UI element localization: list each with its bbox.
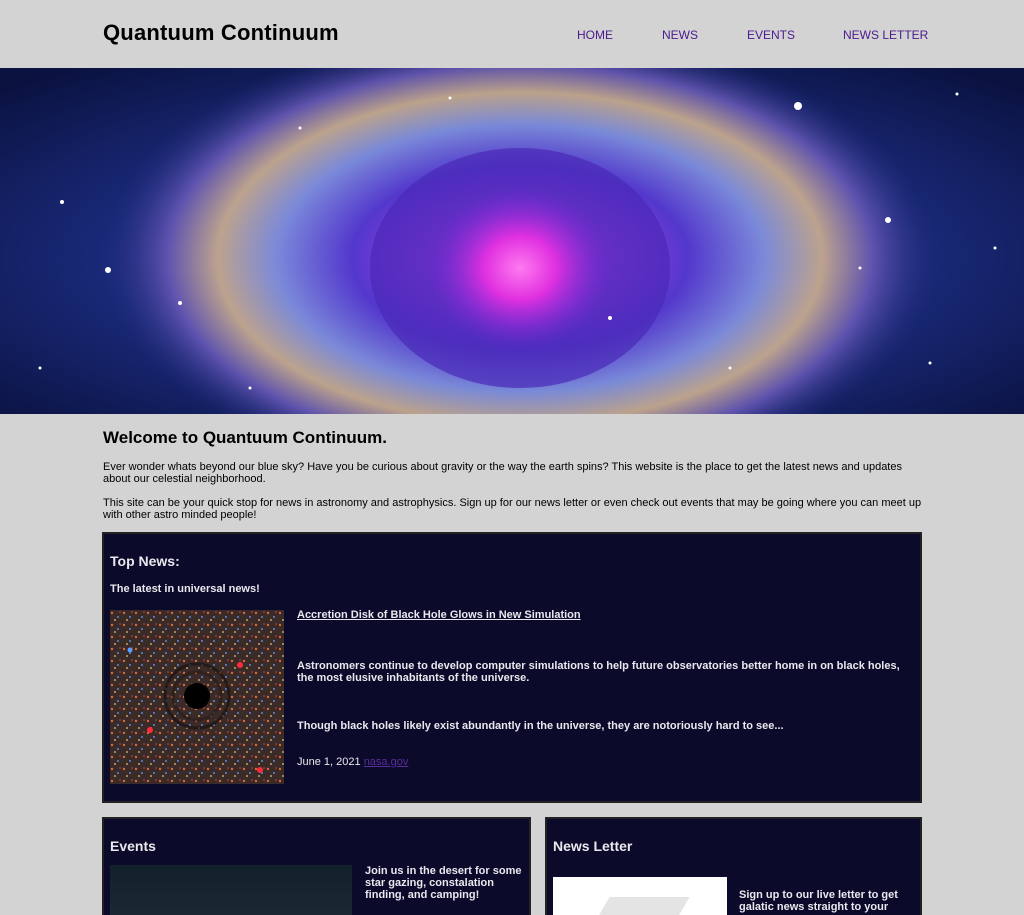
events-text: Join us in the desert for some star gazi… [365, 865, 522, 901]
black-hole-image [110, 610, 284, 784]
newsletter-section: News Letter Sign up to our live letter t… [545, 817, 922, 915]
article-summary-1: Astronomers continue to develop computer… [297, 660, 900, 684]
nav-news[interactable]: NEWS [662, 28, 698, 42]
events-heading: Events [110, 838, 156, 854]
events-section: Events Join us in the desert for some st… [102, 817, 531, 915]
top-news-subtitle: The latest in universal news! [110, 583, 260, 595]
source-link[interactable]: nasa.gov [364, 756, 409, 768]
newsletter-heading: News Letter [553, 838, 633, 854]
site-title[interactable]: Quantuum Continuum [103, 20, 339, 46]
black-hole-illustration [110, 610, 284, 784]
article-date: June 1, 2021 [297, 756, 361, 768]
intro-paragraph-2: This site can be your quick stop for new… [103, 497, 922, 521]
nav-home[interactable]: HOME [577, 28, 613, 42]
newsletter-image [553, 877, 727, 915]
article-summary-2: Though black holes likely exist abundant… [297, 720, 784, 732]
article-date-line: June 1, 2021 nasa.gov [297, 756, 408, 768]
nav-events[interactable]: EVENTS [747, 28, 795, 42]
site-header: Quantuum Continuum HOME NEWS EVENTS NEWS… [0, 0, 1024, 68]
intro-paragraph-1: Ever wonder whats beyond our blue sky? H… [103, 461, 902, 485]
nebula-illustration [0, 68, 1024, 414]
top-news-section: Top News: The latest in universal news! [102, 532, 922, 803]
article-title-link[interactable]: Accretion Disk of Black Hole Glows in Ne… [297, 609, 581, 621]
welcome-heading: Welcome to Quantuum Continuum. [103, 428, 387, 447]
events-image [110, 865, 352, 915]
hero-nebula-image [0, 68, 1024, 414]
nav-newsletter[interactable]: NEWS LETTER [843, 28, 928, 42]
newsletter-text: Sign up to our live letter to get galati… [739, 889, 898, 913]
top-news-heading: Top News: [110, 553, 180, 569]
